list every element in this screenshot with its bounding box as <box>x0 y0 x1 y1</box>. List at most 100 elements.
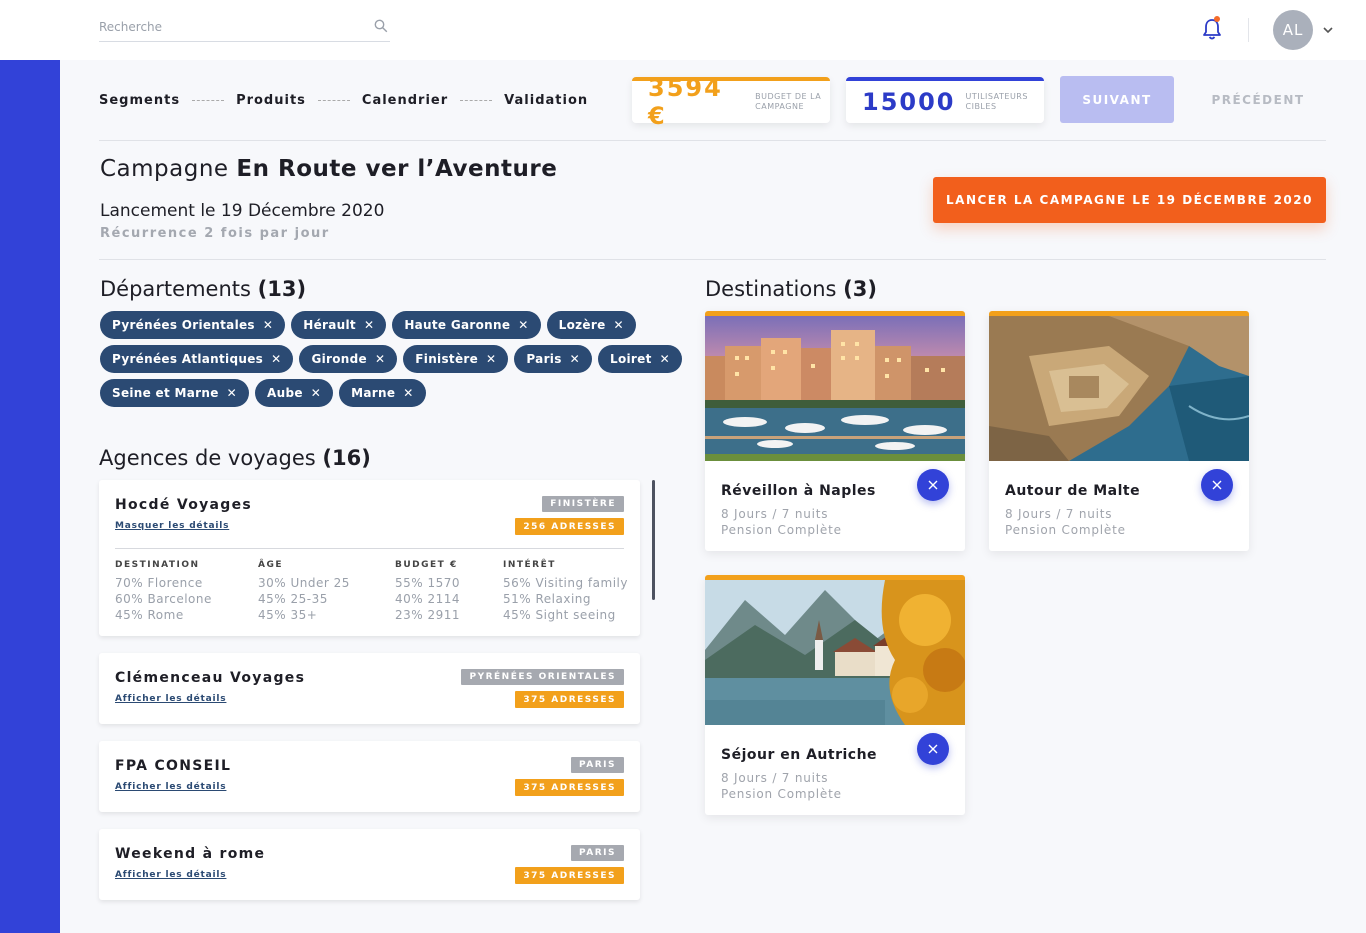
destination-card[interactable]: Réveillon à Naples 8 Jours / 7 nuits Pen… <box>705 311 965 551</box>
users-label: UTILISATEURS CIBLES <box>965 92 1028 111</box>
chip: Pyrénées Orientales ✕ <box>100 311 286 339</box>
detail-column-age: ÂGE 30% Under 25 45% 25-35 45% 35+ <box>258 560 350 623</box>
region-badge: PYRÉNÉES ORIENTALES <box>461 669 624 685</box>
destination-board: Pension Complète <box>721 523 842 537</box>
agency-card: FPA CONSEIL Afficher les détails PARIS 3… <box>99 741 640 812</box>
destination-title: Séjour en Autriche <box>721 747 878 763</box>
departments-title: Départements (13) <box>100 277 306 301</box>
remove-destination-button[interactable] <box>917 733 949 765</box>
region-badge: PARIS <box>571 757 624 773</box>
close-icon[interactable]: ✕ <box>614 318 624 332</box>
destination-card[interactable]: Séjour en Autriche 8 Jours / 7 nuits Pen… <box>705 575 965 815</box>
destination-card[interactable]: Autour de Malte 8 Jours / 7 nuits Pensio… <box>989 311 1249 551</box>
detail-value: 45% 25-35 <box>258 592 328 606</box>
region-badge: PARIS <box>571 845 624 861</box>
agency-name: Weekend à rome <box>115 846 266 862</box>
notification-dot <box>1214 16 1220 22</box>
close-icon[interactable]: ✕ <box>660 352 670 366</box>
bell-icon[interactable] <box>1201 17 1223 41</box>
address-count-badge: 375 ADRESSES <box>515 779 624 796</box>
chip-row: Seine et Marne ✕ Aube ✕ Marne ✕ <box>100 379 640 407</box>
chip: Pyrénées Atlantiques ✕ <box>100 345 294 373</box>
close-icon[interactable]: ✕ <box>375 352 385 366</box>
agency-card: Clémenceau Voyages Afficher les détails … <box>99 653 640 724</box>
destinations-title: Destinations (3) <box>705 277 877 301</box>
next-button[interactable]: SUIVANT <box>1060 76 1174 123</box>
remove-destination-button[interactable] <box>917 469 949 501</box>
chip: Paris ✕ <box>514 345 593 373</box>
detail-column-interest: INTÉRÊT 56% Visiting family 51% Relaxing… <box>503 560 628 623</box>
close-icon[interactable]: ✕ <box>263 318 273 332</box>
avatar[interactable]: AL <box>1273 10 1313 50</box>
step-segments[interactable]: Segments <box>99 93 180 108</box>
destination-duration: 8 Jours / 7 nuits <box>721 771 829 785</box>
detail-value: 60% Barcelone <box>115 592 212 606</box>
destination-board: Pension Complète <box>1005 523 1126 537</box>
hide-details-link[interactable]: Masquer les détails <box>115 521 229 531</box>
chevron-down-icon[interactable] <box>1322 24 1334 36</box>
step-calendrier[interactable]: Calendrier <box>362 93 448 108</box>
detail-value: 70% Florence <box>115 576 203 590</box>
destination-image-austria <box>705 580 965 725</box>
chip: Lozère ✕ <box>546 311 636 339</box>
close-icon[interactable]: ✕ <box>227 386 237 400</box>
launch-campaign-button[interactable]: LANCER LA CAMPAGNE LE 19 DÉCEMBRE 2020 <box>933 177 1326 223</box>
page-title: Campagne En Route ver l’Aventure <box>100 156 557 182</box>
chip-label: Seine et Marne <box>112 386 219 400</box>
step-produits[interactable]: Produits <box>236 93 306 108</box>
chip-label: Hérault <box>303 318 356 332</box>
close-icon <box>1212 480 1222 490</box>
close-icon[interactable]: ✕ <box>518 318 528 332</box>
close-icon[interactable]: ✕ <box>403 386 413 400</box>
agencies-scrollbar[interactable] <box>652 480 655 600</box>
search-bar <box>99 14 390 42</box>
campaign-name: En Route ver l’Aventure <box>236 156 558 182</box>
close-icon[interactable]: ✕ <box>486 352 496 366</box>
recurrence: Récurrence 2 fois par jour <box>100 226 330 241</box>
users-kpi: 15000 UTILISATEURS CIBLES <box>846 77 1044 123</box>
destination-image-malta <box>989 316 1249 461</box>
destination-image-naples <box>705 316 965 461</box>
close-icon[interactable]: ✕ <box>364 318 374 332</box>
detail-value: 23% 2911 <box>395 608 461 622</box>
chip: Aube ✕ <box>255 379 334 407</box>
show-details-link[interactable]: Afficher les détails <box>115 694 226 704</box>
sidebar <box>0 60 60 933</box>
show-details-link[interactable]: Afficher les détails <box>115 782 226 792</box>
top-bar: AL <box>0 0 1366 60</box>
step-validation[interactable]: Validation <box>504 93 588 108</box>
step-separator <box>317 99 350 101</box>
chip-label: Lozère <box>558 318 606 332</box>
detail-value: 40% 2114 <box>395 592 461 606</box>
agency-name: Clémenceau Voyages <box>115 670 306 686</box>
destinations-count: (3) <box>843 277 877 301</box>
show-details-link[interactable]: Afficher les détails <box>115 870 226 880</box>
close-icon[interactable]: ✕ <box>570 352 580 366</box>
remove-destination-button[interactable] <box>1201 469 1233 501</box>
chip: Gironde ✕ <box>299 345 398 373</box>
agency-card: Hocdé Voyages Masquer les détails FINIST… <box>99 480 640 636</box>
divider <box>99 259 1326 260</box>
search-icon[interactable] <box>374 19 388 33</box>
title-prefix: Campagne <box>100 156 229 182</box>
detail-value: 45% Sight seeing <box>503 608 616 622</box>
users-value: 15000 <box>862 88 956 116</box>
chip-label: Marne <box>351 386 396 400</box>
agencies-count: (16) <box>322 446 371 470</box>
close-icon[interactable]: ✕ <box>271 352 281 366</box>
detail-value: 56% Visiting family <box>503 576 628 590</box>
detail-header: ÂGE <box>258 560 284 570</box>
chip: Haute Garonne ✕ <box>392 311 541 339</box>
previous-button[interactable]: PRÉCÉDENT <box>1198 76 1318 123</box>
detail-value: 51% Relaxing <box>503 592 592 606</box>
close-icon[interactable]: ✕ <box>311 386 321 400</box>
detail-column-destination: DESTINATION 70% Florence 60% Barcelone 4… <box>115 560 212 623</box>
chip-label: Aube <box>267 386 303 400</box>
departments-count: (13) <box>257 277 307 301</box>
chip-label: Paris <box>526 352 562 366</box>
search-input[interactable] <box>99 14 359 40</box>
budget-kpi: 3594 € BUDGET DE LA CAMPAGNE <box>632 74 830 130</box>
divider <box>99 140 1326 141</box>
chip: Hérault ✕ <box>291 311 387 339</box>
detail-header: INTÉRÊT <box>503 560 556 570</box>
